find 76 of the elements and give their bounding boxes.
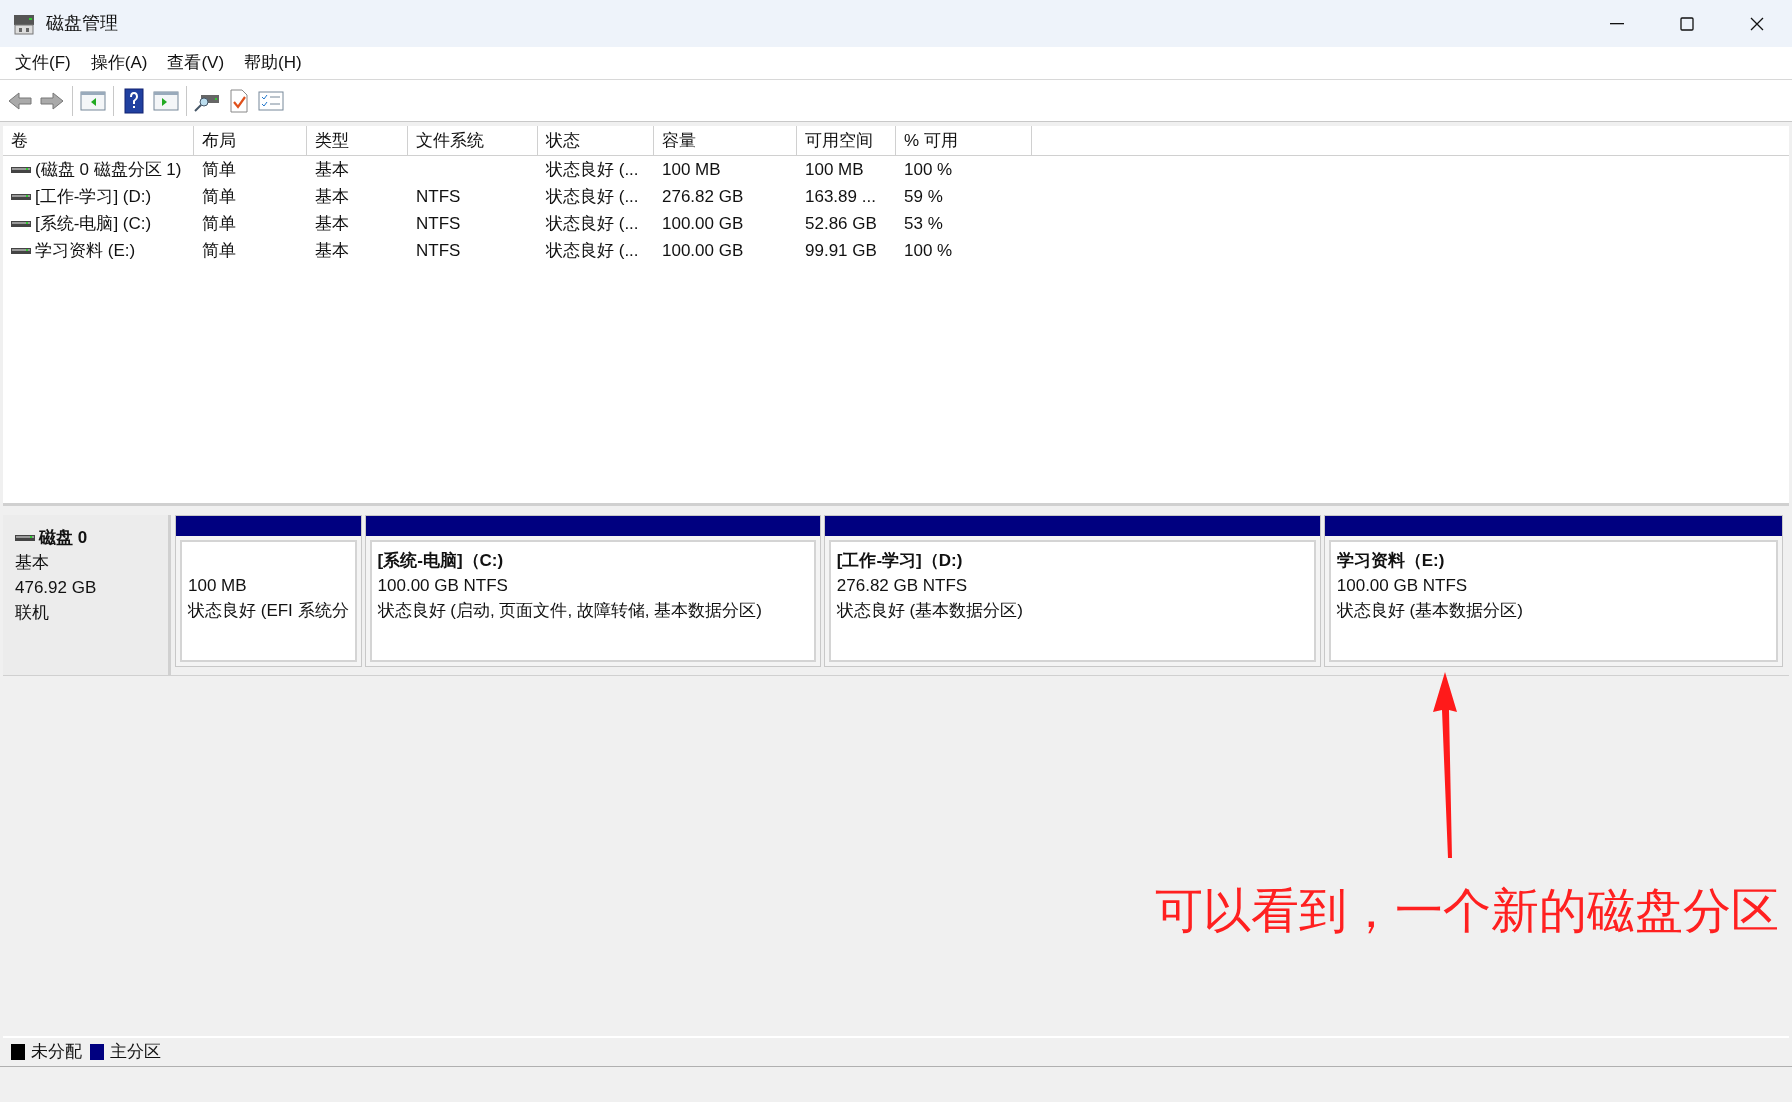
table-cell-text: 100.00 GB	[661, 239, 745, 262]
partition-status: 状态良好 (基本数据分区)	[1336, 600, 1524, 622]
table-cell-text: 状态良好 (...	[545, 239, 640, 262]
partition-size: 100 MB	[188, 575, 248, 597]
column-header[interactable]: 类型	[307, 126, 408, 155]
menu-item[interactable]: 操作(A)	[81, 49, 157, 77]
menu-item[interactable]: 文件(F)	[6, 49, 80, 77]
table-cell-text: 52.86 GB	[804, 212, 878, 235]
drive-icon	[15, 532, 35, 543]
table-cell-text: 59 %	[903, 185, 944, 208]
partition-block[interactable]: [工作-学习]（D:) 276.82 GB NTFS 状态良好 (基本数据分区)	[823, 515, 1321, 667]
disk-status: 联机	[15, 602, 50, 624]
legend-label: 主分区	[110, 1041, 161, 1064]
partition-status: 状态良好 (启动, 页面文件, 故障转储, 基本数据分区)	[377, 600, 763, 622]
column-header[interactable]: 布局	[194, 126, 307, 155]
table-cell-text: NTFS	[415, 212, 462, 235]
table-cell-text: 100 MB	[661, 158, 722, 181]
disk-info-panel[interactable]: 磁盘 0 基本 476.92 GB 联机	[3, 515, 171, 675]
partition-block[interactable]: [系统-电脑]（C:) 100.00 GB NTFS 状态良好 (启动, 页面文件, 故障转储, 基本数据分区)	[364, 515, 821, 667]
table-cell-text: 100.00 GB	[661, 212, 745, 235]
column-header[interactable]: 可用空间	[797, 126, 896, 155]
table-cell-text: NTFS	[415, 185, 462, 208]
table-cell-text: 基本	[314, 212, 350, 235]
table-cell-text: 状态良好 (...	[545, 185, 640, 208]
drive-icon	[11, 191, 31, 202]
partition-size: 276.82 GB NTFS	[836, 575, 969, 597]
minimize-icon	[1610, 22, 1624, 25]
table-cell-text: 简单	[201, 158, 237, 181]
column-header[interactable]: 文件系统	[408, 126, 538, 155]
partition-title: 学习资料（E:)	[1336, 550, 1446, 572]
table-cell-text: 基本	[314, 185, 350, 208]
partition-status: 状态良好 (基本数据分区)	[836, 600, 1024, 622]
maximize-icon	[1680, 16, 1694, 31]
close-icon	[1750, 16, 1764, 31]
column-header[interactable]: 卷	[3, 126, 194, 155]
volume-cell: (磁盘 0 磁盘分区 1)	[3, 156, 194, 183]
partition-title: [工作-学习]（D:)	[836, 550, 964, 572]
menu-item[interactable]: 查看(V)	[158, 49, 234, 77]
partition-size: 100.00 GB NTFS	[1336, 575, 1469, 597]
table-cell-text: 100 %	[903, 239, 954, 262]
annotation-text: 可以看到，一个新的磁盘分区	[1155, 883, 1779, 939]
column-header[interactable]: 状态	[538, 126, 654, 155]
disk-type: 基本	[15, 552, 50, 574]
table-cell-text: 简单	[201, 185, 237, 208]
legend-label: 未分配	[31, 1041, 82, 1064]
disk-management-icon	[12, 12, 36, 35]
volume-cell: [工作-学习] (D:)	[3, 183, 194, 210]
table-cell-text: 99.91 GB	[804, 239, 878, 262]
volume-cell: [系统-电脑] (C:)	[3, 210, 194, 237]
window-title: 磁盘管理	[46, 12, 118, 35]
table-cell-text: 基本	[314, 239, 350, 262]
table-cell-text: 简单	[201, 239, 237, 262]
partition-status: 状态良好 (EFI 系统分	[188, 600, 349, 622]
table-cell-text: 状态良好 (...	[545, 158, 640, 181]
disk-name: 磁盘 0	[39, 527, 88, 549]
table-cell-text: NTFS	[415, 239, 462, 262]
table-cell-text: 状态良好 (...	[545, 212, 640, 235]
drive-icon	[11, 164, 31, 175]
partition-title: [系统-电脑]（C:)	[377, 550, 505, 572]
partition-block[interactable]: 学习资料（E:) 100.00 GB NTFS 状态良好 (基本数据分区)	[1323, 515, 1783, 667]
disk-size: 476.92 GB	[15, 577, 98, 599]
table-cell-text: 100 %	[903, 158, 954, 181]
volume-cell: 学习资料 (E:)	[3, 237, 194, 264]
table-cell-text: 100 MB	[804, 158, 865, 181]
table-cell-text: 163.89 ...	[804, 185, 877, 208]
table-cell-text: 276.82 GB	[661, 185, 745, 208]
partition-size: 100.00 GB NTFS	[377, 575, 509, 597]
table-cell-text: 基本	[314, 158, 350, 181]
table-cell-text: 简单	[201, 212, 237, 235]
menu-item[interactable]: 帮助(H)	[235, 49, 311, 77]
partition-block[interactable]: 100 MB 状态良好 (EFI 系统分	[175, 515, 362, 667]
column-header[interactable]: 容量	[654, 126, 797, 155]
table-cell-text: 53 %	[903, 212, 944, 235]
drive-icon	[11, 245, 31, 256]
drive-icon	[11, 218, 31, 229]
column-header[interactable]: % 可用	[896, 126, 1032, 155]
